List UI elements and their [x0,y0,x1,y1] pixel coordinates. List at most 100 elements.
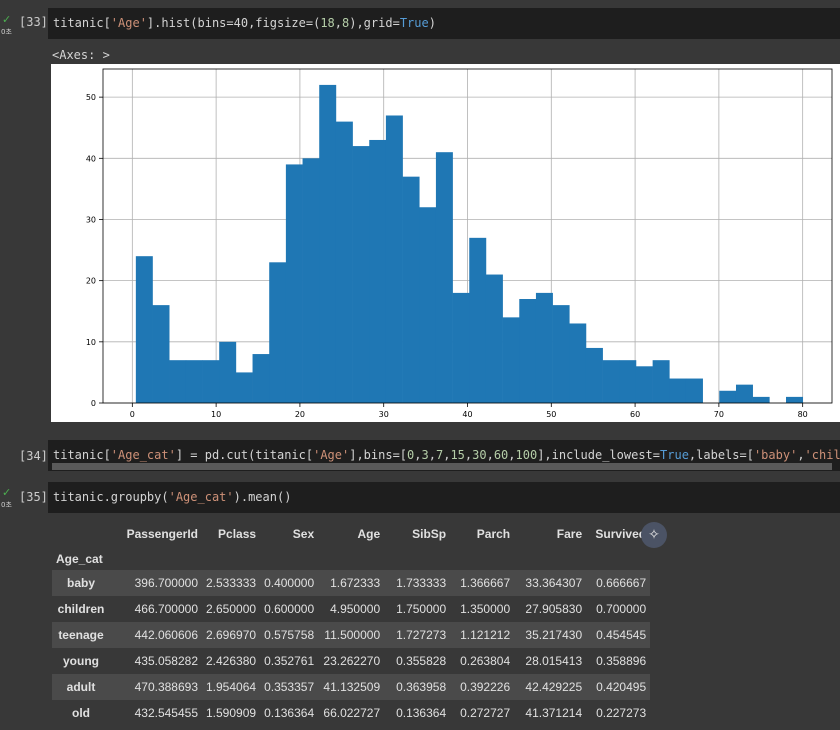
code-token: True [660,448,689,462]
code-token: ],bins=[ [349,448,408,462]
histogram-bar [335,121,353,403]
table-cell: 41.371214 [525,706,583,720]
code-token: 60 [493,448,509,462]
row-label: teenage [58,628,104,642]
table-cell: 1.750000 [396,602,447,616]
table-cell: 1.350000 [460,602,511,616]
histogram-bar [735,384,753,403]
table-row: adult 470.388693 1.954064 0.353357 41.132509… [52,674,651,700]
histogram-bar [535,292,553,403]
table-cell: 0.400000 [264,576,315,590]
cell-prompt: [35] [19,490,48,504]
histogram-bar [252,354,270,403]
cell-prompt: [33] [19,15,48,29]
output-text: <Axes: > [52,48,110,62]
horizontal-scrollbar[interactable] [52,463,832,470]
table-cell: 2.426380 [206,654,257,668]
table-cell: 0.420495 [596,680,647,694]
table-cell: 0.575758 [264,628,315,642]
histogram-bar [419,207,437,403]
histogram-bar [502,317,520,403]
histogram-bar [269,262,287,403]
cell-prompt: [34] [19,449,48,463]
histogram-bar [652,360,670,403]
col-header: Parch [476,527,511,541]
code-token: 100 [515,448,538,462]
table-cell: 0.355828 [396,654,447,668]
checkmark-icon: ✓ [2,13,12,26]
row-label: adult [66,680,96,694]
table-cell: 0.666667 [596,576,647,590]
y-tick-label: 0 [91,399,96,408]
table-cell: 470.388693 [134,680,198,694]
x-tick-label: 0 [130,410,135,419]
col-header: Age [357,527,381,541]
code-token: ,labels=[ [688,448,754,462]
table-cell: 442.060606 [134,628,198,642]
table-row: children 466.700000 2.650000 0.600000 4.9500… [52,596,651,622]
code-editor-35[interactable]: titanic.groupby('Age_cat').mean() [48,482,840,513]
histogram-bar [452,292,470,403]
histogram-bar [219,341,237,403]
code-editor-33[interactable]: titanic['Age'].hist(bins=40,figsize=(18,… [48,8,840,39]
age-histogram: 0 10 20 30 40 50 60 70 80 0 10 20 30 40 50 [51,64,840,422]
code-token: 'children' [804,448,840,462]
y-tick-label: 40 [86,154,96,163]
table-cell: 432.545455 [134,706,198,720]
code-token: , [797,448,805,462]
col-header: SibSp [412,527,447,541]
code-token: titanic.groupby( [53,490,169,504]
table-cell: 0.352761 [264,654,315,668]
table-cell: 0.136364 [264,706,315,720]
x-tick-label: 80 [798,410,808,419]
histogram-bar [235,372,253,403]
histogram-bar [519,299,537,403]
table-cell: 2.533333 [206,576,257,590]
table-cell: 0.358896 [596,654,647,668]
table-cell: 4.950000 [330,602,381,616]
table-row: old 432.545455 1.590909 0.136364 66.022727 0.… [52,700,651,726]
x-tick-label: 30 [379,410,389,419]
histogram-bar [719,390,737,403]
histogram-bar [469,237,487,403]
table-cell: 466.700000 [134,602,198,616]
x-tick-label: 10 [211,410,221,419]
col-header: Pclass [218,527,257,541]
row-label: young [63,654,99,668]
table-cell: 27.905830 [525,602,583,616]
code-token: 18 [320,16,335,30]
table-cell: 1.954064 [206,680,257,694]
table-cell: 41.132509 [323,680,381,694]
y-tick-label: 10 [86,338,96,347]
table-cell: 11.500000 [324,628,381,642]
magic-wand-button[interactable]: ✧ [641,522,667,548]
code-token: ),grid= [349,16,400,30]
histogram-bar [752,396,770,403]
table-cell: 0.353357 [264,680,315,694]
table-cell: 1.733333 [396,576,447,590]
histogram-bar [585,347,603,403]
code-token: ).mean() [233,490,292,504]
code-token: 30 [472,448,487,462]
table-cell: 42.429225 [525,680,583,694]
table-cell: 23.262270 [323,654,381,668]
table-cell: 0.700000 [596,602,647,616]
y-tick-label: 30 [86,215,96,224]
table-cell: 0.136364 [396,706,447,720]
exec-time: 0초 [1,28,12,36]
table-cell: 2.696970 [206,628,257,642]
histogram-bar [169,360,187,403]
histogram-bar [319,84,337,404]
code-token: 'Age_cat' [168,490,234,504]
table-row: teenage 442.060606 2.696970 0.575758 11.5000… [52,622,651,648]
index-name-row: Age_cat [52,548,650,570]
table-cell: 1.366667 [460,576,511,590]
histogram-bar [185,360,203,403]
table-cell: 1.590909 [206,706,257,720]
histogram-bar [435,152,453,403]
code-token: , [414,448,422,462]
table-row: young 435.058282 2.426380 0.352761 23.262270… [52,648,651,674]
table-cell: 1.121212 [460,628,511,642]
code-token: titanic[ [53,448,111,462]
histogram-bar [786,396,803,403]
